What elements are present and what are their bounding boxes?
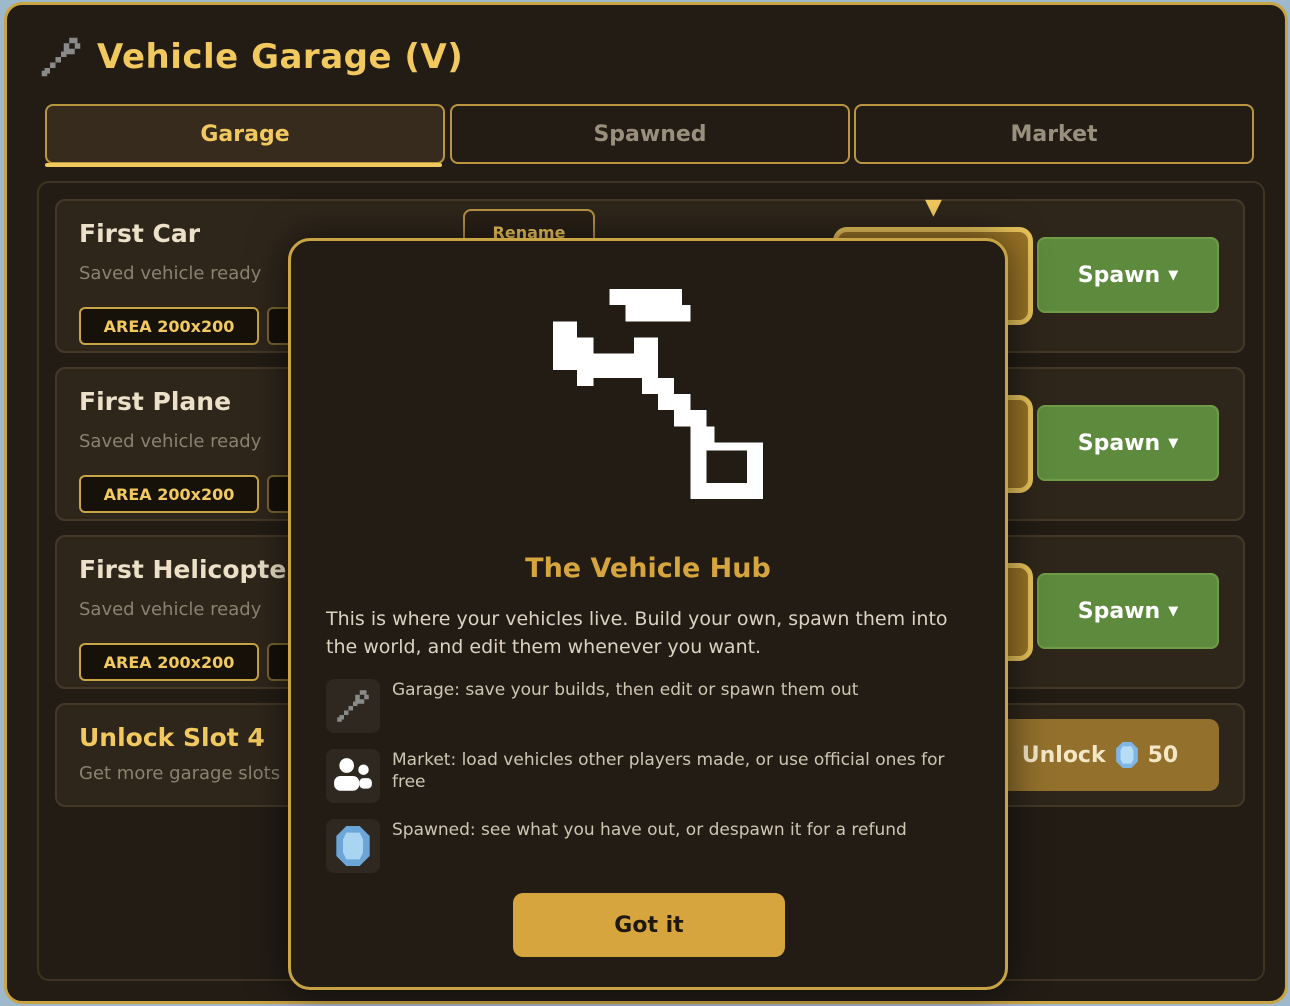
area-tag: AREA 200x200	[79, 475, 259, 513]
chevron-down-icon: ▼	[1168, 435, 1179, 451]
vehicle-name: First Car	[79, 219, 201, 248]
unlock-slot-subtitle: Get more garage slots	[79, 763, 281, 784]
tutorial-pointer-icon: ▼	[925, 195, 942, 220]
tab-market[interactable]: Market	[854, 104, 1254, 164]
gem-icon	[326, 819, 380, 873]
info-item-market: Market: load vehicles other players made…	[326, 749, 966, 805]
tab-garage[interactable]: Garage	[45, 104, 445, 164]
dialog-description: This is where your vehicles live. Build …	[326, 608, 948, 658]
spawn-button[interactable]: Spawn ▼	[1037, 573, 1219, 649]
spawn-label: Spawn	[1077, 598, 1161, 624]
tab-spawned[interactable]: Spawned	[450, 104, 850, 164]
vehicle-name: First Helicopter	[79, 555, 299, 584]
unlock-slot-title: Unlock Slot 4	[79, 723, 265, 752]
unlock-button[interactable]: Unlock 50	[981, 719, 1219, 791]
area-tag: AREA 200x200	[79, 643, 259, 681]
players-icon	[326, 749, 380, 803]
info-text: Market: load vehicles other players made…	[392, 750, 945, 792]
wrench-icon	[41, 37, 81, 77]
spawn-button[interactable]: Spawn ▼	[1037, 405, 1219, 481]
spawn-button[interactable]: Spawn ▼	[1037, 237, 1219, 313]
got-it-button[interactable]: Got it	[513, 893, 785, 957]
gem-icon	[1115, 742, 1138, 768]
spawn-label: Spawn	[1077, 262, 1161, 288]
chevron-down-icon: ▼	[1168, 267, 1179, 283]
info-item-garage: Garage: save your builds, then edit or s…	[326, 679, 966, 735]
info-text: Spawned: see what you have out, or despa…	[392, 820, 907, 840]
unlock-label: Unlock	[1021, 742, 1106, 768]
chevron-down-icon: ▼	[1168, 603, 1179, 619]
info-text: Garage: save your builds, then edit or s…	[392, 680, 859, 700]
vehicle-status: Saved vehicle ready	[79, 263, 262, 284]
dialog-title: The Vehicle Hub	[525, 553, 771, 584]
area-tag: AREA 200x200	[79, 307, 259, 345]
active-tab-indicator	[45, 163, 442, 167]
title-bar: Vehicle Garage (V)	[39, 33, 463, 81]
vehicle-name: First Plane	[79, 387, 232, 416]
wrench-icon	[553, 289, 763, 499]
spawn-label: Spawn	[1077, 430, 1161, 456]
vehicle-status: Saved vehicle ready	[79, 599, 262, 620]
unlock-cost: 50	[1147, 742, 1179, 768]
info-item-spawned: Spawned: see what you have out, or despa…	[326, 819, 966, 875]
wrench-icon	[326, 679, 380, 733]
vehicle-hub-dialog: The Vehicle Hub This is where your vehic…	[288, 238, 1008, 990]
vehicle-status: Saved vehicle ready	[79, 431, 262, 452]
window-title: Vehicle Garage (V)	[97, 37, 464, 77]
